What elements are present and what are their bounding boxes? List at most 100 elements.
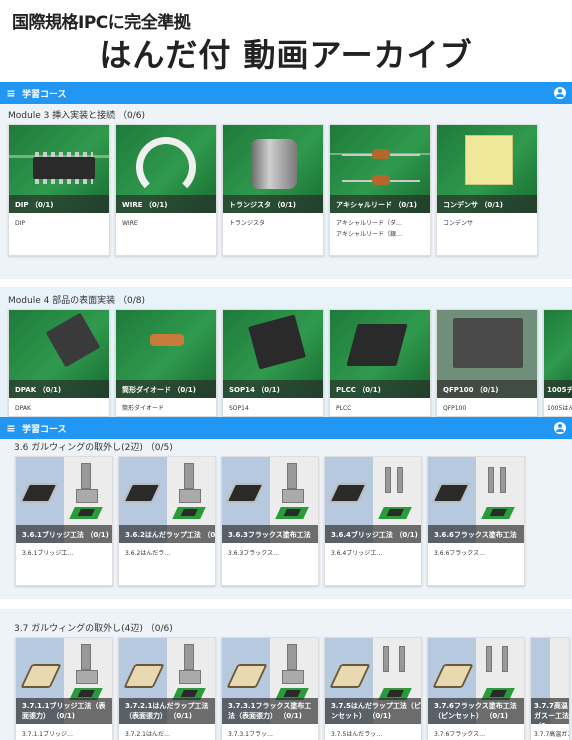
capacitor-thumbnail: コンデンサ （0/1) [437, 125, 537, 213]
module3-section: Module 3 挿入実装と接続 （0/6) DIP （0/1) DIP WIR… [0, 104, 572, 279]
card-description: コンデンサ [443, 220, 474, 227]
course-card-capacitor[interactable]: コンデンサ （0/1) コンデンサ [436, 124, 538, 256]
course-card-3-6-2[interactable]: 3.6.2はんだラップ工法 （0/1) 3.6.2はんだラ… [118, 456, 216, 586]
card-caption: 1005チ [544, 380, 572, 398]
card-description: 3.6.3フラックス… [228, 550, 280, 557]
cad-thumbnail: 3.6.4ブリッジ工法 （0/1) [325, 457, 421, 543]
course-card-1005[interactable]: 1005チ 1005はん [543, 309, 572, 417]
card-caption: DPAK （0/1) [9, 380, 109, 398]
card-caption: WIRE （0/1) [116, 195, 216, 213]
course-card-3-7-3-1[interactable]: 3.7.3.1フラックス塗布工法（表面張力） （0/1) 3.7.3.1フラッ… [221, 637, 319, 740]
axial-lead-thumbnail: アキシャルリード （0/1) [330, 125, 430, 213]
card-caption: 3.6.3フラックス塗布工法 （0/1) [222, 525, 318, 543]
card-caption: 3.6.1ブリッジ工法 （0/1) [16, 525, 112, 543]
card-description: 3.6.6フラックス… [434, 550, 486, 557]
course-card-qfp100[interactable]: QFP100 （0/1) QFP100 [436, 309, 538, 417]
qfp100-thumbnail: QFP100 （0/1) [437, 310, 537, 398]
course-card-3-6-6[interactable]: 3.6.6フラックス塗布工法 （0/1) 3.6.6フラックス… [427, 456, 525, 586]
card-caption: 3.6.2はんだラップ工法 （0/1) [119, 525, 215, 543]
card-caption: 3.7.1.1ブリッジ工法（表面張力） （0/1) [16, 698, 112, 724]
module3-row: DIP （0/1) DIP WIRE （0/1) WIRE トランジスタ （0/… [8, 124, 538, 256]
cad-thumbnail: 3.6.3フラックス塗布工法 （0/1) [222, 457, 318, 543]
section-3-7-title: 3.7 ガルウィングの取外し(4辺) （0/6) [14, 624, 173, 634]
module4-section: Module 4 部品の表面実装 （0/8) DPAK （0/1) DPAK 筒… [0, 287, 572, 417]
card-description: 3.7.6フラックス… [434, 731, 486, 738]
module3-title: Module 3 挿入実装と接続 （0/6) [8, 111, 146, 121]
course-card-axial-lead[interactable]: アキシャルリード （0/1) アキシャルリード（ダ… アキシャルリード（銀… [329, 124, 431, 256]
card-caption: 3.7.5はんだラップ工法（ピンセット） （0/1) [325, 698, 421, 724]
cad-thumbnail: 3.7.3.1フラックス塗布工法（表面張力） （0/1) [222, 638, 318, 724]
menu-icon[interactable]: ≡ [0, 87, 22, 100]
section-3-6-row: 3.6.1ブリッジ工法 （0/1) 3.6.1ブリッジ工… 3.6.2はんだラッ… [15, 456, 525, 586]
course-card-transistor[interactable]: トランジスタ （0/1) トランジスタ [222, 124, 324, 256]
course-card-cylinder-diode[interactable]: 筒形ダイオード （0/1) 筒形ダイオード [115, 309, 217, 417]
card-description: 3.6.4ブリッジエ… [331, 550, 383, 557]
card-caption: 3.7.7高温ガスー工法 （0 [531, 698, 569, 724]
card-description: 3.7.5はんだラッ… [331, 731, 383, 738]
card-description: アキシャルリード（ダ… [336, 220, 403, 227]
course-card-3-7-5[interactable]: 3.7.5はんだラップ工法（ピンセット） （0/1) 3.7.5はんだラッ… [324, 637, 422, 740]
course-card-3-7-6[interactable]: 3.7.6フラックス塗布工法（ピンセット） （0/1) 3.7.6フラックス… [427, 637, 525, 740]
card-description: QFP100 [443, 405, 467, 412]
course-card-wire[interactable]: WIRE （0/1) WIRE [115, 124, 217, 256]
card-caption: アキシャルリード （0/1) [330, 195, 430, 213]
course-card-3-6-1[interactable]: 3.6.1ブリッジ工法 （0/1) 3.6.1ブリッジ工… [15, 456, 113, 586]
course-card-3-6-3[interactable]: 3.6.3フラックス塗布工法 （0/1) 3.6.3フラックス… [221, 456, 319, 586]
section-3-7: 3.7 ガルウィングの取外し(4辺) （0/6) 3.7.1.1ブリッジ工法（表… [0, 609, 572, 740]
account-icon[interactable] [554, 87, 566, 99]
course-card-3-7-1-1[interactable]: 3.7.1.1ブリッジ工法（表面張力） （0/1) 3.7.1.1ブリッジ… [15, 637, 113, 740]
course-card-dip[interactable]: DIP （0/1) DIP [8, 124, 110, 256]
cad-thumbnail: 3.7.7高温ガスー工法 （0 [531, 638, 569, 724]
section-3-6-title: 3.6 ガルウィングの取外し(2辺) （0/5) [14, 443, 173, 453]
menu-icon[interactable]: ≡ [0, 422, 22, 435]
card-description: 3.6.2はんだラ… [125, 550, 171, 557]
card-caption: 3.6.4ブリッジ工法 （0/1) [325, 525, 421, 543]
card-description: DPAK [15, 405, 31, 412]
cad-thumbnail: 3.7.6フラックス塗布工法（ピンセット） （0/1) [428, 638, 524, 724]
card-caption: QFP100 （0/1) [437, 380, 537, 398]
page-header: 国際規格IPCに完全準拠 はんだ付 動画アーカイブ [0, 0, 572, 80]
card-description: DIP [15, 220, 26, 227]
cad-thumbnail: 3.7.2.1はんだラップ工法（表面張力） （0/1) [119, 638, 215, 724]
card-description: SOP14 [229, 405, 249, 412]
app-bar: ≡ 学習コース [0, 82, 572, 104]
card-description: WIRE [122, 220, 138, 227]
section-3-6: 3.6 ガルウィングの取外し(2辺) （0/5) 3.6.1ブリッジ工法 （0/… [0, 439, 572, 599]
app-bar-title: 学習コース [22, 89, 67, 100]
module4-title: Module 4 部品の表面実装 （0/8) [8, 296, 146, 306]
cad-thumbnail: 3.6.1ブリッジ工法 （0/1) [16, 457, 112, 543]
card-description-2: アキシャルリード（銀… [336, 231, 403, 238]
card-caption: SOP14 （0/1) [223, 380, 323, 398]
cad-thumbnail: 3.7.1.1ブリッジ工法（表面張力） （0/1) [16, 638, 112, 724]
card-caption: DIP （0/1) [9, 195, 109, 213]
card-description: 3.7.3.1フラッ… [228, 731, 273, 738]
module4-row: DPAK （0/1) DPAK 筒形ダイオード （0/1) 筒形ダイオード SO… [8, 309, 572, 417]
cad-thumbnail: 3.6.2はんだラップ工法 （0/1) [119, 457, 215, 543]
cad-thumbnail: 3.6.6フラックス塗布工法 （0/1) [428, 457, 524, 543]
app-bar-title: 学習コース [22, 424, 67, 435]
course-card-plcc[interactable]: PLCC （0/1) PLCC [329, 309, 431, 417]
plcc-thumbnail: PLCC （0/1) [330, 310, 430, 398]
card-caption: 3.7.6フラックス塗布工法（ピンセット） （0/1) [428, 698, 524, 724]
transistor-thumbnail: トランジスタ （0/1) [223, 125, 323, 213]
card-description: 3.6.1ブリッジ工… [22, 550, 74, 557]
diode-thumbnail: 筒形ダイオード （0/1) [116, 310, 216, 398]
course-card-3-6-4[interactable]: 3.6.4ブリッジ工法 （0/1) 3.6.4ブリッジエ… [324, 456, 422, 586]
course-card-dpak[interactable]: DPAK （0/1) DPAK [8, 309, 110, 417]
card-caption: 3.6.6フラックス塗布工法 （0/1) [428, 525, 524, 543]
card-description: PLCC [336, 405, 352, 412]
account-icon[interactable] [554, 422, 566, 434]
card-caption: 筒形ダイオード （0/1) [116, 380, 216, 398]
card-caption: 3.7.2.1はんだラップ工法（表面張力） （0/1) [119, 698, 215, 724]
card-caption: コンデンサ （0/1) [437, 195, 537, 213]
course-card-3-7-2-1[interactable]: 3.7.2.1はんだラップ工法（表面張力） （0/1) 3.7.2.1はんだ… [118, 637, 216, 740]
course-card-3-7-7[interactable]: 3.7.7高温ガスー工法 （0 3.7.7高温ガス… [530, 637, 570, 740]
card-description: 3.7.7高温ガス… [534, 731, 569, 738]
card-description: トランジスタ [229, 220, 266, 227]
wire-thumbnail: WIRE （0/1) [116, 125, 216, 213]
card-description: 1005はん [547, 405, 572, 412]
card-caption: 3.7.3.1フラックス塗布工法（表面張力） （0/1) [222, 698, 318, 724]
course-card-sop14[interactable]: SOP14 （0/1) SOP14 [222, 309, 324, 417]
1005-thumbnail: 1005チ [544, 310, 572, 398]
cad-thumbnail: 3.7.5はんだラップ工法（ピンセット） （0/1) [325, 638, 421, 724]
